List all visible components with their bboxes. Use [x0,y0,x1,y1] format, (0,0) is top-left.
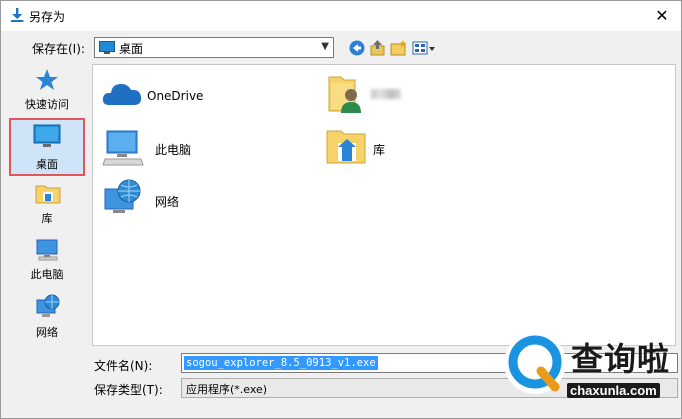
list-item-label: OneDrive [147,89,204,103]
nav-item-desktop[interactable]: 桌面 [9,118,85,176]
nav-label-desktop: 桌面 [36,158,58,171]
save-in-label: 保存在(I): [32,42,85,56]
watermark-logo [504,332,566,394]
list-item-label: 此电脑 [155,143,192,157]
list-item-label: 网络 [155,195,180,209]
nav-label-this-pc: 此电脑 [30,268,64,281]
network-icon [36,294,60,317]
title-bar: 另存为 ✕ [1,1,681,31]
nav-item-quick-access[interactable]: 快速访问 [7,64,87,126]
chevron-down-icon: ▼ [321,41,329,52]
watermark-text: 查询啦 [571,340,671,378]
star-icon [36,69,58,90]
nav-item-library[interactable]: 库 [7,180,87,242]
blurred-user-name [371,89,401,99]
save-as-dialog: 另存为 ✕ 保存在(I): 桌面 ▼ 快速访问 桌面 库 此电脑 网络 OneD… [0,0,682,419]
library-folder-icon [35,185,61,204]
up-folder-button[interactable] [368,38,388,58]
desktop-icon [99,41,115,54]
list-item-library[interactable]: 库 [325,125,465,173]
save-type-label: 保存类型(T): [94,383,163,397]
computer-icon [36,239,58,261]
save-in-dropdown[interactable]: 桌面 ▼ [94,37,334,58]
watermark-url: chaxunla.com [567,383,660,398]
view-menu-button[interactable] [411,38,437,58]
network-icon [104,179,141,213]
nav-label-network: 网络 [36,326,58,339]
library-folder-icon [326,130,366,164]
download-arrow-icon [11,8,24,22]
back-button[interactable] [347,38,367,58]
user-folder-icon [328,76,361,113]
filename-value: sogou_explorer_8.5_0913_v1.exe [184,356,378,370]
window-title: 另存为 [29,10,66,24]
list-item-label: 库 [373,143,386,157]
nav-item-network[interactable]: 网络 [7,292,87,354]
filename-label: 文件名(N): [94,359,153,373]
list-item-onedrive[interactable]: OneDrive [101,75,261,123]
nav-item-this-pc[interactable]: 此电脑 [7,236,87,298]
save-in-value: 桌面 [119,42,144,56]
list-item-network[interactable]: 网络 [101,177,261,225]
desktop-icon [33,124,61,147]
new-folder-button[interactable] [389,38,409,58]
nav-label-quick-access: 快速访问 [25,98,69,111]
close-icon: ✕ [655,6,669,25]
close-button[interactable]: ✕ [649,4,675,28]
save-type-value: 应用程序(*.exe) [186,383,268,396]
nav-label-library: 库 [41,212,53,225]
navigation-pane: 快速访问 桌面 库 此电脑 网络 [7,64,87,374]
computer-icon [102,130,144,166]
list-item-this-pc[interactable]: 此电脑 [101,127,261,175]
onedrive-cloud-icon [102,84,142,105]
list-item-user-folder[interactable] [325,71,465,119]
file-list: OneDrive 此电脑 库 网络 [92,64,676,346]
